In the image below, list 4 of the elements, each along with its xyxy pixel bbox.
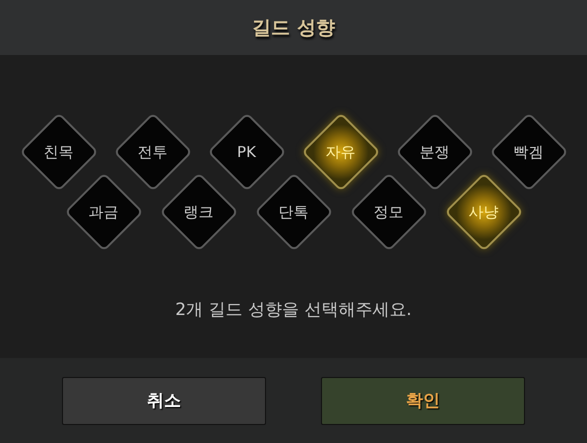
dialog-title: 길드 성향 [252, 16, 335, 40]
cancel-button[interactable]: 취소 [62, 376, 266, 424]
confirm-button[interactable]: 확인 [321, 376, 525, 424]
instruction-text: 2개 길드 성향을 선택해주세요. [175, 299, 412, 321]
